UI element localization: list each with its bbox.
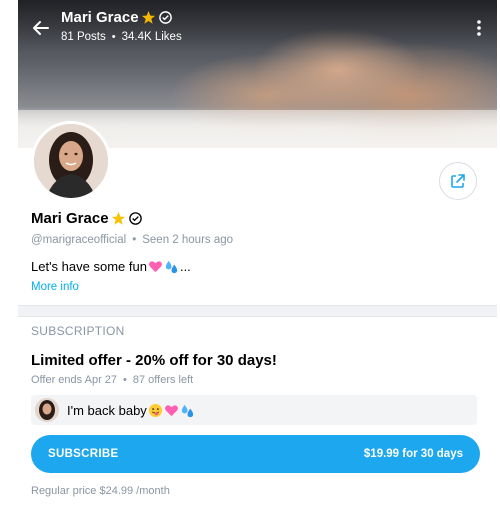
verified-badge-icon <box>128 212 142 225</box>
star-emoji-icon <box>111 211 125 225</box>
message-avatar-photo <box>35 398 59 422</box>
offer-ends: Offer ends Apr 27 <box>31 374 118 386</box>
profile-name: Mari Grace <box>31 210 143 227</box>
vertical-dots-icon <box>477 20 481 36</box>
message-content: I'm back baby <box>67 403 195 418</box>
bio-ellipsis: ... <box>179 259 191 274</box>
promo-message: I'm back baby <box>31 395 477 425</box>
offers-left: 87 offers left <box>132 374 194 386</box>
more-info-link[interactable]: More info <box>31 281 79 293</box>
pink-heart-emoji-icon <box>148 261 162 273</box>
message-text: I'm back baby <box>67 402 147 418</box>
profile-bio: Let's have some fun ... <box>31 259 191 274</box>
meta-separator: • <box>132 234 137 246</box>
back-button[interactable] <box>30 17 52 39</box>
message-avatar <box>35 398 59 422</box>
share-button[interactable] <box>439 162 477 200</box>
offer-meta: Offer ends Apr 27 • 87 offers left <box>31 374 193 386</box>
stats-separator: • <box>111 31 116 43</box>
header-stats: 81 Posts • 34.4K Likes <box>61 31 182 43</box>
star-emoji-icon <box>141 10 155 24</box>
bio-text: Let's have some fun <box>31 259 147 274</box>
subscribe-button[interactable]: SUBSCRIBE $19.99 for 30 days <box>31 435 480 473</box>
regular-price: Regular price $24.99 /month <box>31 485 170 497</box>
sweat-droplets-emoji-icon <box>165 260 178 274</box>
profile-handle[interactable]: @marigraceofficial <box>31 234 126 246</box>
pink-heart-emoji-icon <box>164 404 178 416</box>
offer-separator: • <box>123 374 127 386</box>
subscribe-label: SUBSCRIBE <box>48 448 119 460</box>
likes-count: 34.4K Likes <box>121 31 182 43</box>
offer-title: Limited offer - 20% off for 30 days! <box>31 352 277 369</box>
profile-page: Mari Grace 81 Posts • 34.4K Likes Mari G… <box>18 0 497 508</box>
verified-badge-icon <box>158 11 172 24</box>
sweat-droplets-emoji-icon <box>181 404 193 417</box>
posts-count: 81 Posts <box>61 31 106 43</box>
header-name: Mari Grace <box>61 9 139 26</box>
tongue-face-emoji-icon <box>148 403 162 417</box>
subscribe-price: $19.99 for 30 days <box>363 448 463 460</box>
section-divider <box>18 305 497 317</box>
share-icon <box>451 174 465 188</box>
more-options-button[interactable] <box>475 18 483 38</box>
subscription-heading: SUBSCRIPTION <box>31 324 125 338</box>
arrow-left-icon <box>33 21 49 35</box>
profile-avatar[interactable] <box>31 121 111 201</box>
cover-top-shade <box>18 0 497 52</box>
avatar-photo <box>34 124 108 198</box>
profile-name-text: Mari Grace <box>31 210 109 227</box>
last-seen: Seen 2 hours ago <box>142 234 234 246</box>
profile-meta: @marigraceofficial • Seen 2 hours ago <box>31 234 233 246</box>
header-title: Mari Grace <box>61 9 173 26</box>
